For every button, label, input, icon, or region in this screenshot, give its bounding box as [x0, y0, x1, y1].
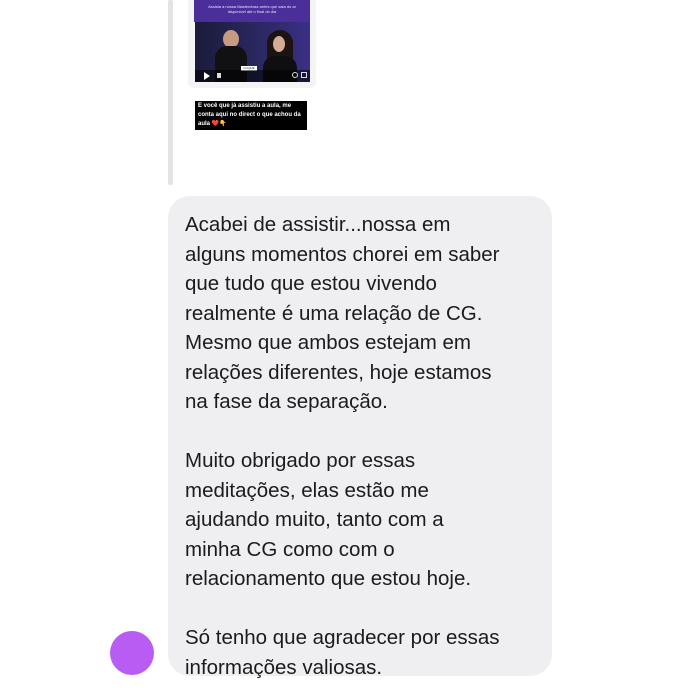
- message-line: alguns momentos chorei em saber: [185, 242, 500, 266]
- message-line: meditações, elas estão me: [185, 478, 429, 502]
- message-line: Muito obrigado por essas: [185, 449, 416, 472]
- sender-avatar[interactable]: [110, 631, 154, 675]
- message-line: que tudo que estou vivendo: [185, 272, 437, 295]
- settings-icon[interactable]: [292, 72, 298, 78]
- message-line: na fase da separação.: [185, 390, 388, 413]
- story-header-line: disponível até o final do dia: [227, 9, 277, 14]
- message-line: Acabei de assistir...nossa em: [185, 213, 451, 236]
- message-line: minha CG como com o: [185, 537, 395, 561]
- message-line: Mesmo que ambos estejam em: [185, 331, 471, 354]
- volume-icon[interactable]: [217, 73, 221, 78]
- sticker-line: conta aqui no direct o que achou da: [198, 112, 301, 118]
- fullscreen-icon[interactable]: [301, 72, 307, 78]
- message-line: relações diferentes, hoje estamos: [185, 360, 492, 384]
- message-paragraph: Só tenho que agradecer por essas informa…: [185, 623, 538, 682]
- play-icon[interactable]: [204, 72, 210, 80]
- message-paragraph: Acabei de assistir...nossa em alguns mom…: [185, 210, 538, 417]
- reply-indicator-bar: [168, 0, 173, 185]
- message-line: realmente é uma relação de CG.: [185, 301, 483, 325]
- story-video-thumbnail[interactable]: CLIQUE: [195, 22, 310, 82]
- sticker-line: E você que já assistiu a aula, me: [198, 103, 292, 109]
- message-line: Só tenho que agradecer por essas: [185, 626, 500, 649]
- sticker-line: aula ❤️👇: [198, 121, 227, 127]
- video-controls-bar: [195, 70, 310, 82]
- message-line: relacionamento que estou hoje.: [185, 567, 472, 590]
- dm-conversation: Assista a nossa Masterclass antes que sa…: [0, 0, 700, 700]
- message-bubble[interactable]: Acabei de assistir...nossa em alguns mom…: [168, 196, 552, 679]
- message-line: informações valiosas.: [185, 655, 383, 679]
- story-header-banner: Assista a nossa Masterclass antes que sa…: [194, 0, 310, 22]
- story-text-sticker: E você que já assistiu a aula, me conta …: [195, 101, 307, 130]
- message-paragraph: Muito obrigado por essas meditações, ela…: [185, 446, 538, 594]
- message-line: ajudando muito, tanto com a: [185, 508, 444, 531]
